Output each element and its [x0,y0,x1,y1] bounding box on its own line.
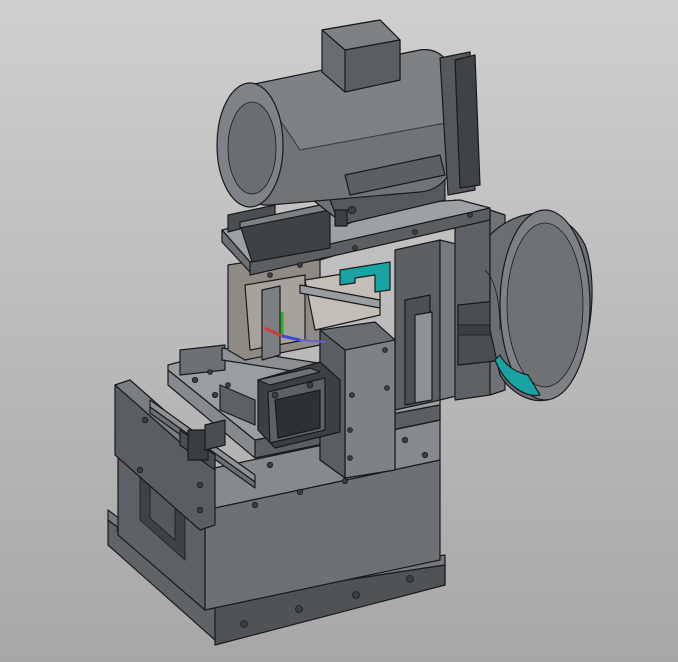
cad-3d-viewport[interactable] [0,0,678,662]
machine-assembly-model[interactable] [0,0,678,662]
pulley-guard [484,209,593,402]
motor-junction-box [321,19,401,93]
